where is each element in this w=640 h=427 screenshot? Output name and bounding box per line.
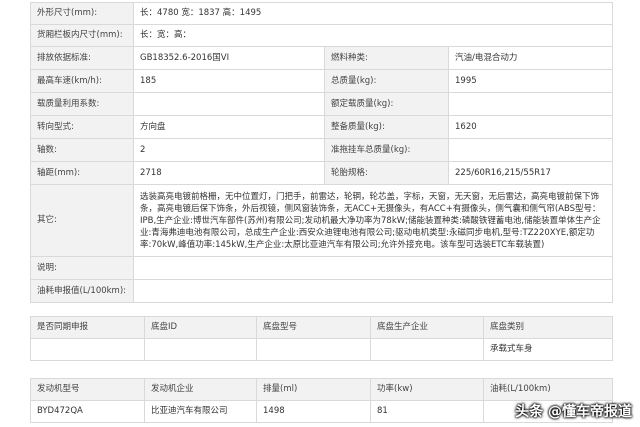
other-value: 选装高亮电镀前格栅，无中位置灯，门把手，前雷达，轮辋，轮芯盖，字标，天窗，无天窗…: [132, 184, 614, 257]
other-label: 其它:: [30, 184, 134, 257]
spec-row-steering: 转向型式: 方向盘 整备质量(kg): 1620: [30, 115, 614, 139]
chassis-cell-model: [256, 338, 371, 361]
axles-label: 轴数:: [30, 138, 134, 162]
chassis-cell-maker: [370, 338, 484, 361]
engine-header-displacement: 排量(ml): [256, 378, 371, 401]
engine-header-row: 发动机型号 发动机企业 排量(ml) 功率(kw) 油耗(L/100km): [30, 378, 613, 401]
gross-mass-value: 1995: [447, 69, 614, 93]
spec-row-wheelbase: 轴距(mm): 2718 轮胎规格: 225/60R16,215/55R17: [30, 161, 614, 185]
rated-load-value: [447, 92, 614, 116]
engine-cell-power: 81: [370, 400, 484, 423]
chassis-cell-id: [144, 338, 257, 361]
top-speed-value: 185: [133, 69, 325, 93]
fuel-consumption-label: 油耗申报值(L/100km):: [30, 279, 134, 303]
chassis-table: 是否同期申报 底盘ID 底盘型号 底盘生产企业 底盘类别 承载式车身: [30, 316, 613, 361]
spec-row-dimensions: 外形尺寸(mm): 长：4780 宽：1837 高：1495: [30, 2, 614, 25]
fuel-type-value: 汽油/电混合动力: [447, 46, 614, 70]
chassis-header-declare: 是否同期申报: [30, 316, 145, 339]
engine-header-power: 功率(kw): [370, 378, 484, 401]
dimensions-value: 长：4780 宽：1837 高：1495: [132, 2, 614, 25]
steering-label: 转向型式:: [30, 115, 134, 139]
top-speed-label: 最高车速(km/h):: [30, 69, 134, 93]
source-watermark: 头条 @懂车帝报道: [515, 404, 632, 420]
engine-cell-displacement: 1498: [256, 400, 371, 423]
chassis-cell-category: 承载式车身: [483, 338, 613, 361]
rated-load-label: 额定载质量(kg):: [324, 92, 449, 116]
curb-mass-label: 整备质量(kg):: [324, 115, 449, 139]
trailer-mass-label: 准拖挂车总质量(kg):: [324, 138, 449, 162]
chassis-header-category: 底盘类别: [483, 316, 613, 339]
chassis-cell-declare: [30, 338, 145, 361]
spec-row-emission: 排放依据标准: GB18352.6-2016国VI 燃料种类: 汽油/电混合动力: [30, 46, 614, 70]
chassis-header-maker: 底盘生产企业: [370, 316, 484, 339]
tire-spec-label: 轮胎规格:: [324, 161, 449, 185]
spec-row-fuel-consumption: 油耗申报值(L/100km):: [30, 279, 614, 303]
spec-row-cargo-box: 货厢栏板内尺寸(mm): 长：宽：高：: [30, 24, 614, 47]
cargo-box-label: 货厢栏板内尺寸(mm):: [30, 24, 134, 47]
spec-row-notes: 说明:: [30, 256, 614, 280]
vehicle-spec-table: 外形尺寸(mm): 长：4780 宽：1837 高：1495 货厢栏板内尺寸(m…: [30, 2, 614, 303]
fuel-type-label: 燃料种类:: [324, 46, 449, 70]
engine-cell-maker: 比亚迪汽车有限公司: [144, 400, 257, 423]
engine-cell-model: BYD472QA: [30, 400, 145, 423]
cargo-box-value: 长：宽：高：: [132, 24, 614, 47]
wheelbase-label: 轴距(mm):: [30, 161, 134, 185]
spec-row-top-speed: 最高车速(km/h): 185 总质量(kg): 1995: [30, 69, 614, 93]
engine-header-model: 发动机型号: [30, 378, 145, 401]
fuel-consumption-value: [132, 279, 614, 303]
spec-row-axles: 轴数: 2 准拖挂车总质量(kg):: [30, 138, 614, 162]
spec-row-other: 其它: 选装高亮电镀前格栅，无中位置灯，门把手，前雷达，轮辋，轮芯盖，字标，天窗…: [30, 184, 614, 257]
wheelbase-value: 2718: [133, 161, 325, 185]
load-factor-label: 载质量利用系数:: [30, 92, 134, 116]
emission-label: 排放依据标准:: [30, 46, 134, 70]
emission-value: GB18352.6-2016国VI: [133, 46, 325, 70]
chassis-header-model: 底盘型号: [256, 316, 371, 339]
curb-mass-value: 1620: [447, 115, 614, 139]
spec-row-load-factor: 载质量利用系数: 额定载质量(kg):: [30, 92, 614, 116]
tire-spec-value: 225/60R16,215/55R17: [447, 161, 614, 185]
steering-value: 方向盘: [133, 115, 325, 139]
notes-label: 说明:: [30, 256, 134, 280]
load-factor-value: [133, 92, 325, 116]
axles-value: 2: [133, 138, 325, 162]
chassis-data-row: 承载式车身: [30, 338, 613, 361]
gross-mass-label: 总质量(kg):: [324, 69, 449, 93]
chassis-header-id: 底盘ID: [144, 316, 257, 339]
dimensions-label: 外形尺寸(mm):: [30, 2, 134, 25]
engine-header-fuel: 油耗(L/100km): [483, 378, 613, 401]
trailer-mass-value: [447, 138, 614, 162]
engine-header-maker: 发动机企业: [144, 378, 257, 401]
chassis-header-row: 是否同期申报 底盘ID 底盘型号 底盘生产企业 底盘类别: [30, 316, 613, 339]
notes-value: [132, 256, 614, 280]
